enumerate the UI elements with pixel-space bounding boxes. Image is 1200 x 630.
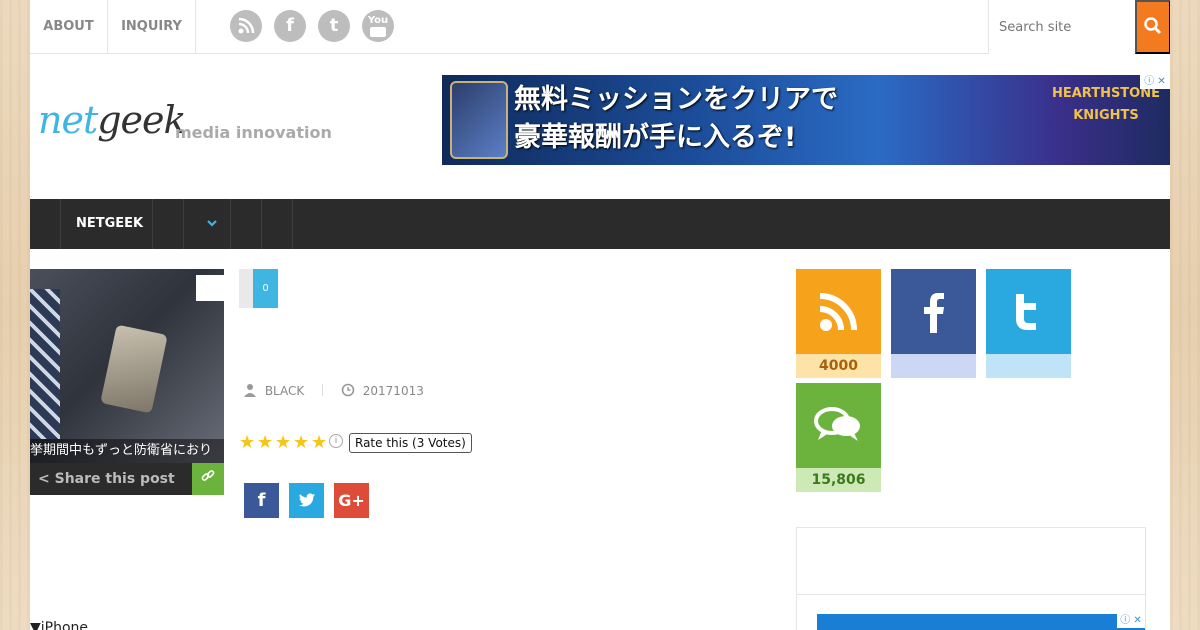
search-input[interactable] [989,0,1135,54]
nav-divider [183,199,184,249]
author-link[interactable]: BLACK [265,384,304,398]
meta-divider [322,384,324,396]
ad-close-icon[interactable]: ⓘ ✕ [1140,75,1170,89]
twitter-icon [986,269,1071,354]
search-button[interactable] [1135,0,1170,54]
card-image [450,81,508,159]
inquiry-link[interactable]: INQUIRY [108,0,196,54]
twitter-icon[interactable]: t [318,10,350,42]
star-icon[interactable]: ★ [311,432,327,454]
thumbnail-caption: 挙期間中もずっと防衛省におり [30,439,224,463]
banner-line-1: 無料ミッションをクリアで [514,84,838,115]
link-icon[interactable] [192,463,224,495]
sidebar-widget: ⓘ ✕ [796,527,1146,630]
comments-icon [796,383,881,468]
youtube-label: You [367,15,389,26]
nav-divider [261,199,262,249]
star-icon[interactable]: ★ [239,432,255,454]
rss-icon [796,269,881,354]
share-icon: < [38,471,50,487]
twitter-count [986,354,1071,378]
share-bar: < Share this post [30,463,224,495]
thumbnail-badge [196,275,224,301]
search-box [988,0,1170,54]
facebook-icon: f [257,490,266,511]
post-meta: BLACK 20171013 [243,382,424,400]
banner-brand-2: KNIGHTS [1073,108,1139,123]
twitter-icon [297,490,317,511]
google-plus-icon: G+ [338,491,365,510]
top-bar: ABOUT INQUIRY f t You [30,0,1170,54]
main-nav: NETGEEK [30,199,1170,249]
site-logo[interactable]: netgeek [38,98,187,142]
nav-divider [60,199,61,249]
clock-icon [341,383,359,398]
thumbnail-tie [30,289,60,439]
ad-close-icon[interactable]: ⓘ ✕ [1117,614,1145,628]
share-count-value: 0 [253,269,278,308]
widget-divider [797,594,1145,595]
page: ABOUT INQUIRY f t You netgeek media inno… [30,0,1170,630]
banner-line-2: 豪華報酬が手に入るぞ! [514,122,797,153]
star-icon[interactable]: ★ [257,432,273,454]
author-icon [243,384,261,398]
facebook-icon[interactable]: f [274,10,306,42]
facebook-share-button[interactable]: f [244,483,279,518]
logo-net: net [38,98,98,142]
site-tagline: media innovation [175,123,332,142]
rss-count: 4000 [796,354,881,378]
ad-banner[interactable]: 無料ミッションをクリアで 豪華報酬が手に入るぞ! HEARTHSTONE KNI… [442,75,1170,165]
facebook-count [891,354,976,378]
about-link[interactable]: ABOUT [30,0,108,54]
star-icon[interactable]: ★ [275,432,291,454]
facebook-icon [891,269,976,354]
nav-item-netgeek[interactable]: NETGEEK [76,199,143,249]
share-text: Share this post [54,471,175,487]
twitter-share-button[interactable] [289,483,324,518]
nav-divider [292,199,293,249]
post-thumbnail[interactable]: 挙期間中もずっと防衛省におり [30,269,224,463]
nav-divider [230,199,231,249]
comments-count: 15,806 [796,468,881,492]
google-plus-share-button[interactable]: G+ [334,483,369,518]
youtube-icon[interactable]: You [362,10,394,42]
share-count[interactable]: 0 [239,269,279,308]
article-text: ▼iPhone [30,620,89,630]
search-icon [1143,16,1163,39]
share-count-tab [239,269,253,308]
banner-text: 無料ミッションをクリアで 豪華報酬が手に入るぞ! [514,81,838,157]
sidebar-ad[interactable]: ⓘ ✕ [817,614,1145,630]
thumbnail-phone [100,324,168,414]
chevron-down-icon[interactable] [206,217,218,232]
logo-geek: geek [97,98,186,142]
rate-tooltip: Rate this (3 Votes) [349,433,472,453]
info-icon[interactable]: i [329,434,343,448]
nav-divider [152,199,153,249]
star-icon[interactable]: ★ [293,432,309,454]
rss-icon[interactable] [230,10,262,42]
post-date: 20171013 [362,384,424,398]
share-label[interactable]: < Share this post [38,463,175,495]
banner-brand: HEARTHSTONE KNIGHTS [1052,83,1160,127]
